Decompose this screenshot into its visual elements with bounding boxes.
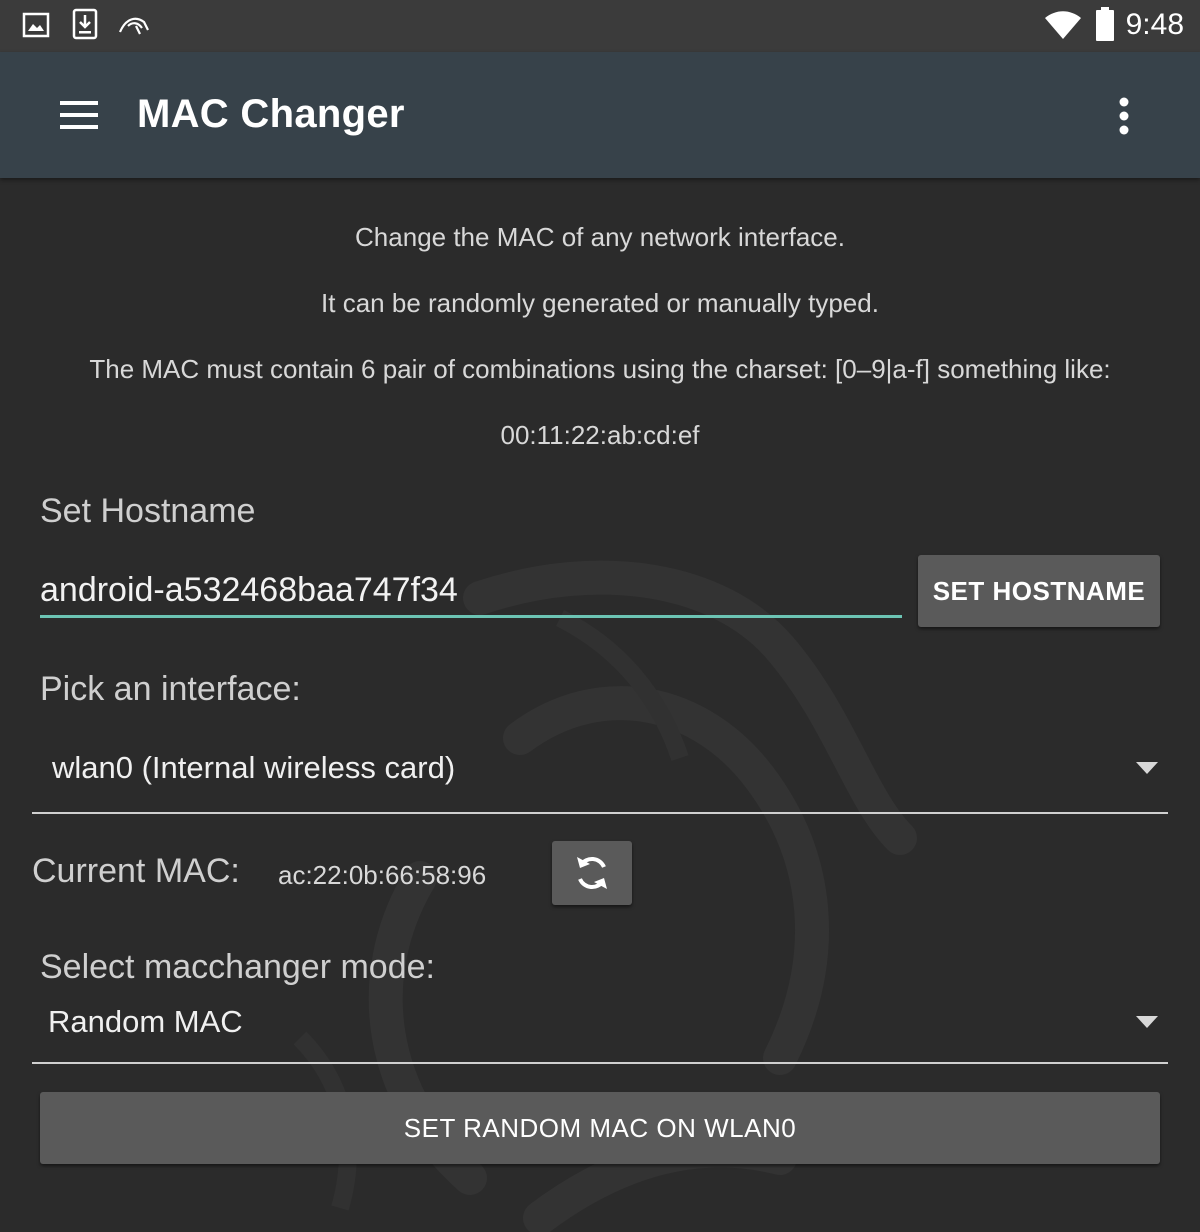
mode-spinner[interactable]: Random MAC: [32, 982, 1168, 1064]
current-mac-value: ac:22:0b:66:58:96: [278, 860, 487, 890]
hamburger-menu-icon[interactable]: [58, 98, 102, 132]
refresh-mac-button[interactable]: [552, 841, 632, 905]
page-title: MAC Changer: [137, 92, 405, 136]
chevron-down-icon: [1136, 762, 1158, 774]
mode-selected: Random MAC: [48, 1004, 243, 1039]
download-icon: [72, 8, 98, 40]
main-content: Change the MAC of any network interface.…: [0, 178, 1200, 1232]
set-hostname-button[interactable]: SET HOSTNAME: [918, 555, 1160, 627]
info-line-3: The MAC must contain 6 pair of combinati…: [89, 354, 1111, 384]
status-time: 9:48: [1125, 8, 1184, 41]
refresh-icon: [577, 857, 607, 889]
interface-spinner[interactable]: wlan0 (Internal wireless card): [32, 732, 1168, 814]
hostname-label: Set Hostname: [40, 492, 256, 530]
info-line-2: It can be randomly generated or manually…: [321, 288, 879, 318]
status-bar: 9:48: [0, 0, 1200, 52]
set-random-mac-button[interactable]: SET RANDOM MAC ON WLAN0: [40, 1092, 1160, 1164]
current-mac-label: Current MAC:: [32, 852, 240, 890]
app-bar: MAC Changer: [0, 52, 1200, 178]
overflow-menu-icon[interactable]: [1108, 96, 1140, 140]
info-line-1: Change the MAC of any network interface.: [355, 222, 845, 252]
chevron-down-icon: [1136, 1016, 1158, 1028]
wifi-icon: [1045, 11, 1081, 39]
image-icon: [22, 12, 50, 38]
hostname-input[interactable]: [40, 566, 902, 618]
kali-dragon-icon: [118, 17, 149, 35]
mac-example: 00:11:22:ab:cd:ef: [500, 420, 700, 450]
battery-icon: [1096, 7, 1114, 41]
interface-selected: wlan0 (Internal wireless card): [52, 750, 456, 785]
interface-label: Pick an interface:: [40, 670, 301, 708]
